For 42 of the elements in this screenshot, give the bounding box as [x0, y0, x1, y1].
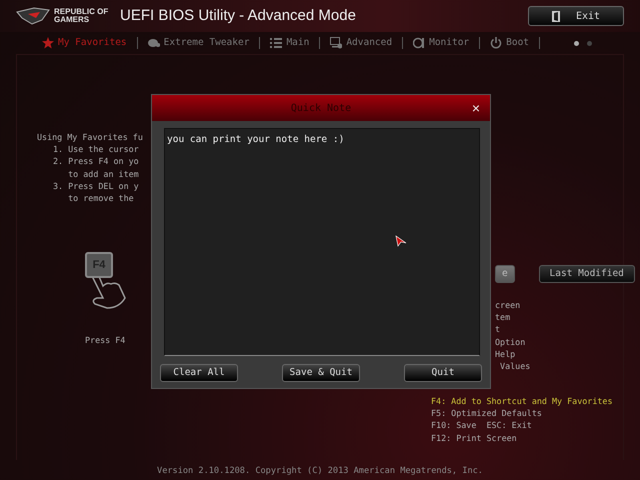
shortcut-text: F5: Optimized Defaults	[431, 407, 543, 420]
instruction-step: 1. Use the cursor	[37, 143, 151, 156]
instruction-step: to add an item	[37, 168, 151, 180]
hint-text: tem	[495, 311, 512, 324]
eye-logo-icon	[16, 6, 50, 26]
door-icon	[552, 10, 560, 22]
hint-text: Values	[499, 360, 532, 372]
list-icon	[270, 37, 282, 49]
shortcut-text: F4: Add to Shortcut and My Favorites	[431, 395, 613, 408]
shortcut-text: F12: Print Screen	[431, 432, 518, 444]
close-button[interactable]: ×	[466, 101, 486, 115]
power-icon	[490, 37, 502, 49]
hint-text: creen	[495, 299, 522, 312]
instruction-text: Using My Favorites fu	[37, 131, 144, 144]
note-field[interactable]: you can print your note here :)	[164, 128, 480, 356]
page-dot[interactable]	[574, 40, 579, 46]
window-title: UEFI BIOS Utility - Advanced Mode	[120, 6, 356, 26]
dialog-button[interactable]: Clear All	[160, 364, 238, 382]
tab[interactable]: Extreme Tweaker	[142, 36, 256, 50]
dialog-button[interactable]: Save & Quit	[282, 364, 360, 382]
tab[interactable]: Advanced	[324, 36, 398, 50]
instruction-step: 3. Press DEL on y	[37, 180, 151, 192]
instruction-step: 2. Press F4 on yo	[37, 155, 151, 168]
dialog-title: Quick Note	[290, 102, 352, 116]
instruction-step: to remove the	[37, 192, 151, 204]
brand-text: REPUBLIC OF GAMERS	[54, 8, 110, 24]
screen-icon	[330, 37, 342, 49]
tab[interactable]: Boot	[484, 36, 536, 50]
view-button[interactable]: Last Modified	[538, 265, 635, 283]
dialog-button[interactable]: Quit	[404, 364, 482, 382]
hint-text: Option	[495, 336, 526, 348]
exit-button[interactable]: Exit	[528, 6, 624, 26]
page-dot[interactable]	[587, 40, 592, 46]
tab[interactable]: Main	[264, 36, 316, 50]
cursor-icon	[395, 235, 407, 247]
hint-text: t	[495, 323, 502, 336]
shortcut-text: F10: Save ESC: Exit	[431, 419, 533, 432]
tab[interactable]: Monitor	[407, 36, 476, 50]
star-icon	[42, 37, 54, 49]
hint-text: Help	[495, 348, 516, 360]
caption-text: Press F4	[84, 334, 126, 346]
version-text: Version 2.10.1208. Copyright (C) 2013 American Megatrends, Inc.	[156, 465, 484, 478]
